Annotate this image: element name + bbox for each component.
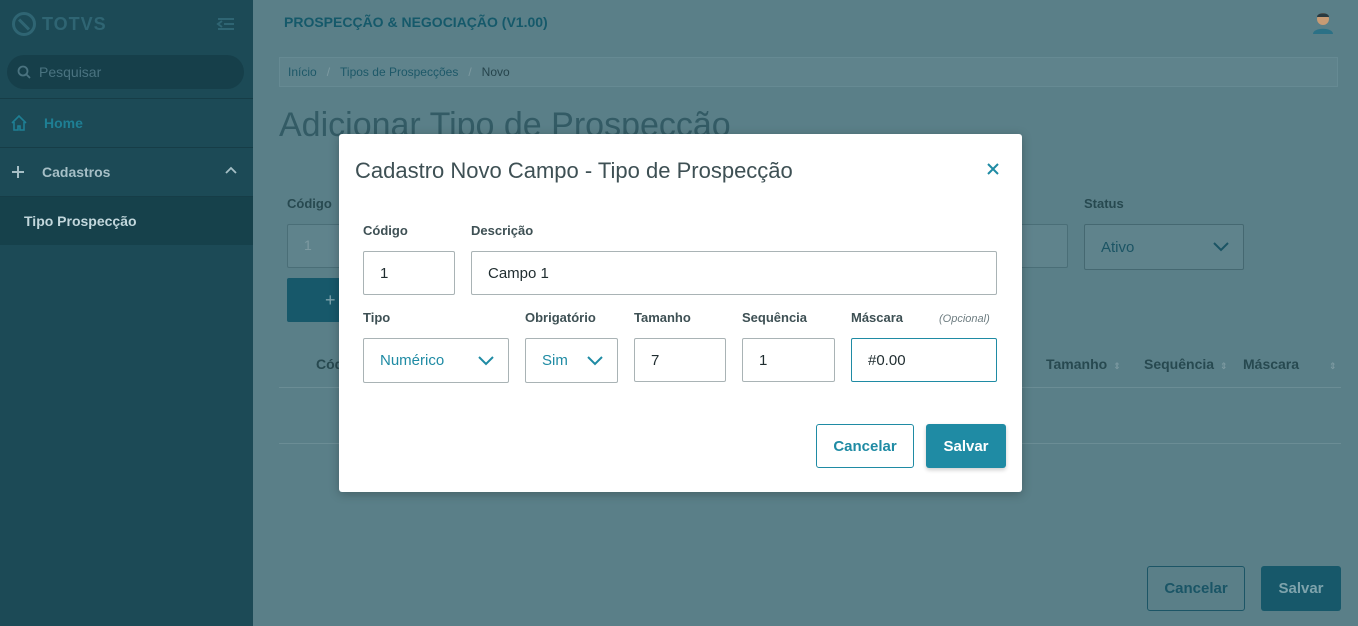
codigo-input[interactable] bbox=[363, 251, 455, 295]
sidebar-item-cadastros[interactable]: Cadastros bbox=[0, 148, 253, 196]
chevron-down-icon bbox=[587, 356, 603, 366]
sidebar-item-label: Tipo Prospecção bbox=[24, 213, 137, 229]
collapse-menu-icon[interactable] bbox=[216, 16, 236, 32]
breadcrumb-item-tipos[interactable]: Tipos de Prospecções bbox=[340, 65, 458, 79]
tamanho-label: Tamanho bbox=[634, 310, 691, 325]
add-field-label: + bbox=[325, 290, 336, 310]
mascara-label: Máscara bbox=[851, 310, 904, 325]
breadcrumb-separator: / bbox=[468, 65, 472, 79]
home-icon bbox=[11, 114, 27, 131]
tipo-label: Tipo bbox=[363, 310, 391, 325]
th-tamanho: Tamanho ⇕ bbox=[1046, 356, 1121, 372]
th-mascara: Máscara ⇕ bbox=[1243, 356, 1337, 372]
breadcrumb-item-inicio[interactable]: Início bbox=[288, 65, 317, 79]
sidebar: TOTVS Pesquisar Home Cadastros Tipo Pros… bbox=[0, 0, 253, 626]
add-field-button: + bbox=[287, 278, 347, 322]
mascara-input[interactable] bbox=[851, 338, 997, 382]
codigo-label: Código bbox=[287, 196, 332, 211]
save-button[interactable]: Salvar bbox=[926, 424, 1006, 468]
obrigatorio-value: Sim bbox=[542, 352, 568, 369]
sidebar-item-label: Cadastros bbox=[42, 164, 111, 180]
mascara-optional-hint: (Opcional) bbox=[939, 313, 990, 325]
tipo-value: Numérico bbox=[380, 352, 445, 369]
codigo-label: Código bbox=[363, 223, 408, 238]
brand-name: TOTVS bbox=[42, 13, 107, 34]
cancel-button[interactable]: Cancelar bbox=[816, 424, 914, 468]
search-placeholder: Pesquisar bbox=[39, 64, 102, 80]
descricao-field bbox=[1018, 224, 1068, 268]
plus-icon bbox=[12, 166, 24, 178]
tamanho-input[interactable] bbox=[634, 338, 726, 382]
descricao-label: Descrição bbox=[471, 223, 534, 238]
user-avatar-icon[interactable] bbox=[1313, 12, 1333, 34]
breadcrumb: Início / Tipos de Prospecções / Novo bbox=[279, 57, 1338, 87]
breadcrumb-separator: / bbox=[326, 65, 331, 79]
codigo-field: 1 bbox=[287, 224, 347, 268]
search-icon bbox=[17, 65, 31, 79]
totvs-logo-mark-icon bbox=[12, 12, 36, 36]
descricao-input[interactable] bbox=[471, 251, 997, 295]
totvs-logo[interactable]: TOTVS bbox=[12, 12, 107, 36]
chevron-down-icon bbox=[1213, 242, 1229, 252]
page-cancel-button: Cancelar bbox=[1147, 566, 1245, 611]
close-icon[interactable] bbox=[985, 161, 1001, 177]
th-sequencia: Sequência ⇕ bbox=[1144, 356, 1228, 372]
page-save-button: Salvar bbox=[1261, 566, 1341, 611]
status-select: Ativo bbox=[1084, 224, 1244, 270]
status-label: Status bbox=[1084, 196, 1124, 211]
sidebar-item-tipo-prospeccao[interactable]: Tipo Prospecção bbox=[0, 197, 253, 245]
chevron-down-icon bbox=[478, 356, 494, 366]
codigo-value: 1 bbox=[304, 237, 312, 253]
chevron-up-icon bbox=[225, 166, 237, 174]
sidebar-item-label: Home bbox=[44, 115, 83, 131]
sidebar-item-home[interactable]: Home bbox=[0, 99, 253, 147]
obrigatorio-label: Obrigatório bbox=[525, 310, 596, 325]
breadcrumb-item-novo: Novo bbox=[481, 65, 510, 79]
sequencia-input[interactable] bbox=[742, 338, 835, 382]
new-field-modal: Cadastro Novo Campo - Tipo de Prospecção… bbox=[339, 134, 1022, 492]
sequencia-label: Sequência bbox=[742, 310, 808, 325]
sidebar-search[interactable]: Pesquisar bbox=[7, 55, 244, 89]
app-title: PROSPECÇÃO & NEGOCIAÇÃO (V1.00) bbox=[284, 14, 548, 30]
tipo-select[interactable]: Numérico bbox=[363, 338, 509, 383]
status-value: Ativo bbox=[1101, 238, 1135, 256]
modal-title: Cadastro Novo Campo - Tipo de Prospecção bbox=[355, 158, 793, 183]
obrigatorio-select[interactable]: Sim bbox=[525, 338, 618, 383]
